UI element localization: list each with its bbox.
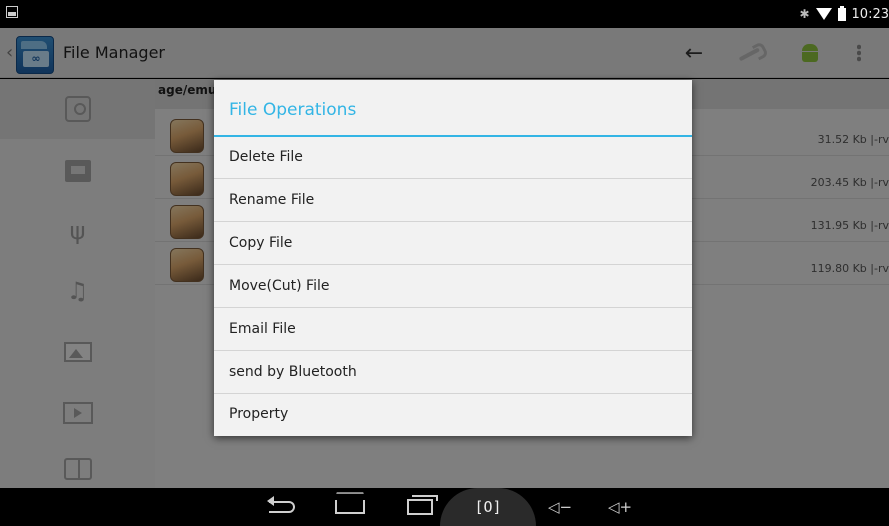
screen: ✱ 10:23 ‹ ∞ File Manager ← ψ ♫ age/emul … <box>0 0 889 526</box>
status-bar: ✱ 10:23 <box>0 0 889 28</box>
nav-recents-button[interactable] <box>400 488 440 526</box>
nav-back-button[interactable] <box>262 488 302 526</box>
bluetooth-icon: ✱ <box>799 7 810 21</box>
notification-icon <box>6 6 18 18</box>
volume-up-icon: ◁+ <box>607 498 633 516</box>
navigation-bar: [O] ◁− ◁+ <box>0 488 889 526</box>
menu-item-move-file[interactable]: Move(Cut) File <box>214 266 692 308</box>
menu-item-copy-file[interactable]: Copy File <box>214 223 692 265</box>
menu-item-send-bluetooth[interactable]: send by Bluetooth <box>214 352 692 394</box>
volume-down-icon: ◁− <box>547 498 573 516</box>
menu-item-delete-file[interactable]: Delete File <box>214 137 692 179</box>
screenshot-icon: [O] <box>440 488 536 526</box>
screenshot-button[interactable]: [O] <box>440 488 536 526</box>
clock: 10:23 <box>851 6 889 22</box>
nav-home-button[interactable] <box>328 488 372 526</box>
menu-item-rename-file[interactable]: Rename File <box>214 180 692 222</box>
volume-down-button[interactable]: ◁− <box>540 488 580 526</box>
dialog-title: File Operations <box>229 100 357 120</box>
menu-item-property[interactable]: Property <box>214 394 692 436</box>
menu-item-email-file[interactable]: Email File <box>214 309 692 351</box>
battery-icon <box>837 5 846 21</box>
back-icon <box>267 496 295 513</box>
file-operations-dialog: File Operations Delete File Rename File … <box>214 80 692 436</box>
volume-up-button[interactable]: ◁+ <box>600 488 640 526</box>
recents-icon <box>407 495 438 515</box>
wifi-icon <box>815 8 832 20</box>
home-icon <box>335 500 365 514</box>
